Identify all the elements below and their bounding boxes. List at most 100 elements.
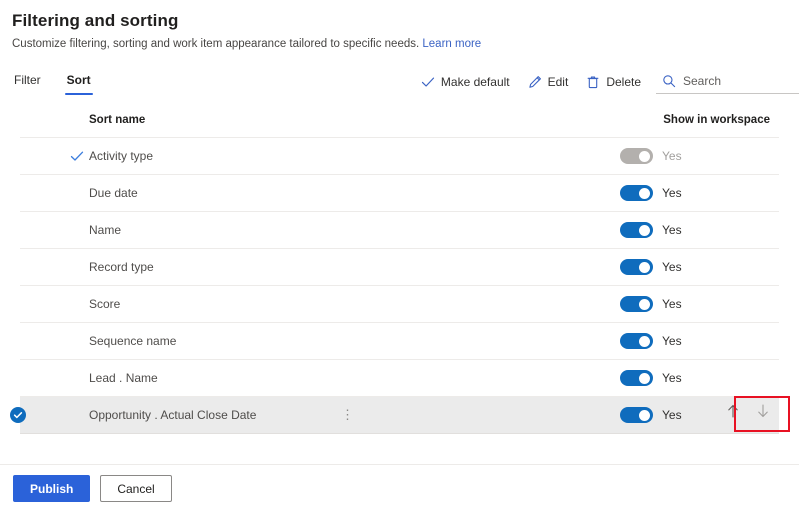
trash-icon xyxy=(586,75,600,89)
show-in-workspace-toggle[interactable] xyxy=(620,333,653,349)
row-right-group: Yes xyxy=(620,249,779,285)
table-row[interactable]: Opportunity . Actual Close Date ⋮ Yes xyxy=(10,397,779,434)
table-header: Sort name Show in workspace xyxy=(20,110,779,138)
table-row[interactable]: Record type Yes xyxy=(20,249,779,286)
toggle-knob xyxy=(639,372,650,384)
row-sort-name: Lead . Name xyxy=(89,371,158,385)
tab-filter-label: Filter xyxy=(14,73,41,87)
tab-list: Filter Sort xyxy=(12,70,93,95)
row-right-group: Yes xyxy=(620,397,779,433)
table-row[interactable]: Name Yes xyxy=(20,212,779,249)
page-title: Filtering and sorting xyxy=(12,11,179,30)
show-in-workspace-group: Yes xyxy=(620,333,719,349)
toggle-knob xyxy=(639,187,650,199)
reorder-slot xyxy=(719,397,779,433)
toggle-value-label: Yes xyxy=(662,371,682,385)
default-sort-indicator xyxy=(69,149,85,163)
table-body: Activity type Yes Due date Yes Name Yes Record… xyxy=(0,138,799,434)
command-bar: Make default Edit Delete xyxy=(412,70,799,94)
toggle-knob xyxy=(639,298,650,310)
show-in-workspace-toggle[interactable] xyxy=(620,407,653,423)
tab-sort-label: Sort xyxy=(66,73,91,87)
search-box[interactable] xyxy=(656,71,799,94)
publish-button[interactable]: Publish xyxy=(13,474,91,502)
row-right-group: Yes xyxy=(620,212,779,248)
row-right-group: Yes xyxy=(620,138,779,174)
reorder-slot xyxy=(719,212,779,248)
delete-label: Delete xyxy=(606,75,641,89)
reorder-slot xyxy=(719,175,779,211)
show-in-workspace-group: Yes xyxy=(620,407,719,423)
page-subtitle-text: Customize filtering, sorting and work it… xyxy=(12,38,420,50)
cancel-button[interactable]: Cancel xyxy=(100,474,172,502)
row-sort-name: Sequence name xyxy=(89,334,177,348)
edit-button[interactable]: Edit xyxy=(519,70,578,94)
row-sort-name: Opportunity . Actual Close Date xyxy=(89,408,257,422)
table-row[interactable]: Due date Yes xyxy=(20,175,779,212)
column-header-show-in-workspace: Show in workspace xyxy=(663,114,770,126)
reorder-slot xyxy=(719,360,779,396)
page-subtitle: Customize filtering, sorting and work it… xyxy=(12,37,799,52)
show-in-workspace-toggle[interactable] xyxy=(620,370,653,386)
row-right-group: Yes xyxy=(620,286,779,322)
row-sort-name: Due date xyxy=(89,186,138,200)
show-in-workspace-group: Yes xyxy=(620,370,719,386)
make-default-label: Make default xyxy=(440,75,510,89)
toggle-knob xyxy=(639,335,650,347)
toggle-value-label: Yes xyxy=(662,260,682,274)
show-in-workspace-toggle[interactable] xyxy=(620,185,653,201)
move-up-button[interactable] xyxy=(721,400,745,424)
show-in-workspace-group: Yes xyxy=(620,222,719,238)
reorder-slot xyxy=(719,286,779,322)
show-in-workspace-group: Yes xyxy=(620,148,719,164)
move-down-button[interactable] xyxy=(751,400,775,424)
delete-button[interactable]: Delete xyxy=(577,70,650,94)
reorder-slot xyxy=(719,249,779,285)
show-in-workspace-group: Yes xyxy=(620,259,719,275)
show-in-workspace-group: Yes xyxy=(620,296,719,312)
row-overflow-menu-icon[interactable]: ⋮ xyxy=(337,408,358,422)
search-input[interactable] xyxy=(683,73,797,88)
sort-table: Sort name Show in workspace Activity typ… xyxy=(0,110,799,434)
make-default-button[interactable]: Make default xyxy=(412,70,519,94)
toggle-knob xyxy=(639,409,650,421)
search-icon xyxy=(662,74,676,88)
show-in-workspace-toggle[interactable] xyxy=(620,296,653,312)
show-in-workspace-toggle[interactable] xyxy=(620,222,653,238)
row-select-checkbox[interactable] xyxy=(7,407,29,423)
table-row[interactable]: Lead . Name Yes xyxy=(20,360,779,397)
table-row[interactable]: Activity type Yes xyxy=(20,138,779,175)
toggle-value-label: Yes xyxy=(662,297,682,311)
row-sort-name: Record type xyxy=(89,260,154,274)
toggle-value-label: Yes xyxy=(662,223,682,237)
toggle-value-label: Yes xyxy=(662,334,682,348)
show-in-workspace-group: Yes xyxy=(620,185,719,201)
show-in-workspace-toggle xyxy=(620,148,653,164)
row-sort-name: Name xyxy=(89,223,122,237)
toggle-knob xyxy=(639,261,650,273)
learn-more-link[interactable]: Learn more xyxy=(422,38,481,50)
footer-actions: Publish Cancel xyxy=(0,464,799,511)
table-row[interactable]: Score Yes xyxy=(20,286,779,323)
row-right-group: Yes xyxy=(620,323,779,359)
show-in-workspace-toggle[interactable] xyxy=(620,259,653,275)
row-right-group: Yes xyxy=(620,175,779,211)
default-checkmark-icon xyxy=(70,149,84,163)
toggle-knob xyxy=(639,224,650,236)
page-header: Filtering and sorting Customize filterin… xyxy=(0,0,799,52)
toggle-value-label: Yes xyxy=(662,186,682,200)
tab-sort[interactable]: Sort xyxy=(64,70,93,95)
row-sort-name: Score xyxy=(89,297,121,311)
arrow-up-icon xyxy=(726,403,740,422)
table-row[interactable]: Sequence name Yes xyxy=(20,323,779,360)
tab-filter[interactable]: Filter xyxy=(12,70,43,95)
reorder-slot xyxy=(719,138,779,174)
column-header-sort-name: Sort name xyxy=(89,114,146,126)
reorder-slot xyxy=(719,323,779,359)
row-sort-name: Activity type xyxy=(89,149,154,163)
row-right-group: Yes xyxy=(620,360,779,396)
pencil-icon xyxy=(528,75,542,89)
arrow-down-icon xyxy=(756,403,770,422)
toggle-value-label: Yes xyxy=(662,149,682,163)
edit-label: Edit xyxy=(547,75,569,89)
